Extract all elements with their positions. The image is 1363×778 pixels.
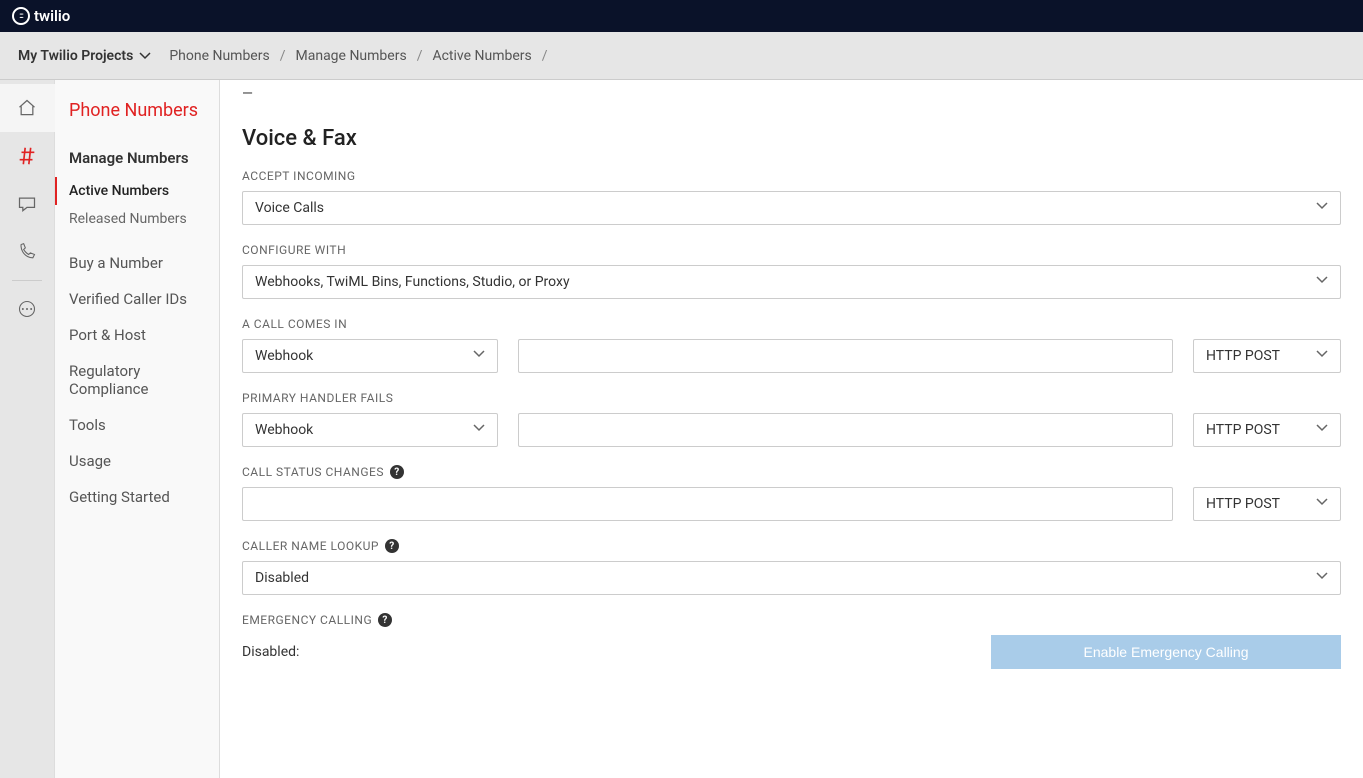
breadcrumb-separator: / [542, 48, 548, 64]
input-call-comes-in-url[interactable] [518, 339, 1173, 373]
side-nav-active-numbers[interactable]: Active Numbers [55, 177, 219, 205]
breadcrumb-bar: My Twilio Projects Phone Numbers / Manag… [0, 32, 1363, 80]
select-caller-name-lookup-value: Disabled [255, 570, 309, 586]
chevron-down-icon [1316, 570, 1328, 586]
select-configure-with[interactable]: Webhooks, TwiML Bins, Functions, Studio,… [242, 265, 1341, 299]
side-nav: Phone Numbers Manage Numbers Active Numb… [55, 80, 220, 778]
twilio-logo-icon [12, 7, 30, 25]
chevron-down-icon [1316, 348, 1328, 364]
section-title-voice-fax: Voice & Fax [242, 126, 1341, 151]
top-header: twilio [0, 0, 1363, 32]
rail-voice[interactable] [0, 228, 55, 276]
chevron-down-icon [473, 422, 485, 438]
select-call-comes-in-type-value: Webhook [255, 348, 313, 364]
main-layout: Phone Numbers Manage Numbers Active Numb… [0, 80, 1363, 778]
label-configure-with: CONFIGURE WITH [242, 243, 1341, 257]
hash-icon [16, 145, 38, 167]
side-nav-getting-started[interactable]: Getting Started [55, 479, 219, 515]
input-primary-fails-url[interactable] [518, 413, 1173, 447]
label-accept-incoming: ACCEPT INCOMING [242, 169, 1341, 183]
chevron-down-icon [1316, 422, 1328, 438]
chat-icon [17, 194, 37, 214]
side-nav-buy-number[interactable]: Buy a Number [55, 245, 219, 281]
select-status-changes-method-value: HTTP POST [1206, 496, 1280, 512]
label-primary-handler-fails: PRIMARY HANDLER FAILS [242, 391, 1341, 405]
phone-icon [17, 242, 37, 262]
side-nav-title: Phone Numbers [55, 100, 219, 139]
breadcrumb-phone-numbers[interactable]: Phone Numbers [169, 48, 269, 64]
chevron-down-icon [1316, 200, 1328, 216]
breadcrumb-separator: / [417, 48, 423, 64]
label-call-status-changes: CALL STATUS CHANGES ? [242, 465, 1341, 479]
label-emergency-calling: EMERGENCY CALLING ? [242, 613, 1341, 627]
emergency-status: Disabled: [242, 644, 299, 660]
icon-rail [0, 80, 55, 778]
chevron-down-icon [473, 348, 485, 364]
brand-name: twilio [34, 7, 70, 25]
brand-logo[interactable]: twilio [12, 7, 70, 25]
help-icon[interactable]: ? [390, 465, 404, 479]
select-configure-with-value: Webhooks, TwiML Bins, Functions, Studio,… [255, 274, 570, 290]
rail-messaging[interactable] [0, 180, 55, 228]
select-primary-fails-method-value: HTTP POST [1206, 422, 1280, 438]
side-nav-port-host[interactable]: Port & Host [55, 317, 219, 353]
select-primary-fails-type-value: Webhook [255, 422, 313, 438]
enable-emergency-calling-button[interactable]: Enable Emergency Calling [991, 635, 1341, 669]
side-nav-manage-numbers[interactable]: Manage Numbers [55, 139, 219, 177]
side-nav-regulatory-compliance[interactable]: Regulatory Compliance [55, 353, 219, 407]
rail-divider [12, 280, 42, 281]
home-icon [17, 98, 37, 118]
side-nav-verified-caller-ids[interactable]: Verified Caller IDs [55, 281, 219, 317]
chevron-down-icon [139, 50, 151, 62]
select-primary-fails-type[interactable]: Webhook [242, 413, 498, 447]
label-caller-name-lookup: CALLER NAME LOOKUP ? [242, 539, 1341, 553]
notes-value: — [242, 80, 1341, 102]
breadcrumb-separator: / [280, 48, 286, 64]
select-caller-name-lookup[interactable]: Disabled [242, 561, 1341, 595]
side-nav-released-numbers[interactable]: Released Numbers [55, 205, 219, 233]
select-accept-incoming[interactable]: Voice Calls [242, 191, 1341, 225]
chevron-down-icon [1316, 274, 1328, 290]
label-call-comes-in: A CALL COMES IN [242, 317, 1341, 331]
input-status-changes-url[interactable] [242, 487, 1173, 521]
help-icon[interactable]: ? [385, 539, 399, 553]
select-call-comes-in-type[interactable]: Webhook [242, 339, 498, 373]
side-nav-usage[interactable]: Usage [55, 443, 219, 479]
select-accept-incoming-value: Voice Calls [255, 200, 324, 216]
more-icon [17, 299, 37, 319]
notes-block: — [242, 80, 1341, 102]
side-nav-tools[interactable]: Tools [55, 407, 219, 443]
help-icon[interactable]: ? [378, 613, 392, 627]
select-call-comes-in-method[interactable]: HTTP POST [1193, 339, 1341, 373]
chevron-down-icon [1316, 496, 1328, 512]
select-status-changes-method[interactable]: HTTP POST [1193, 487, 1341, 521]
rail-phone-numbers[interactable] [0, 132, 55, 180]
project-dropdown-label: My Twilio Projects [18, 48, 133, 64]
breadcrumb: Phone Numbers / Manage Numbers / Active … [169, 48, 547, 64]
rail-more[interactable] [0, 285, 55, 333]
breadcrumb-manage-numbers[interactable]: Manage Numbers [296, 48, 407, 64]
select-primary-fails-method[interactable]: HTTP POST [1193, 413, 1341, 447]
select-call-comes-in-method-value: HTTP POST [1206, 348, 1280, 364]
breadcrumb-active-numbers[interactable]: Active Numbers [432, 48, 531, 64]
main-content: — Voice & Fax ACCEPT INCOMING Voice Call… [220, 80, 1363, 778]
rail-home[interactable] [0, 84, 55, 132]
project-dropdown[interactable]: My Twilio Projects [18, 48, 151, 64]
